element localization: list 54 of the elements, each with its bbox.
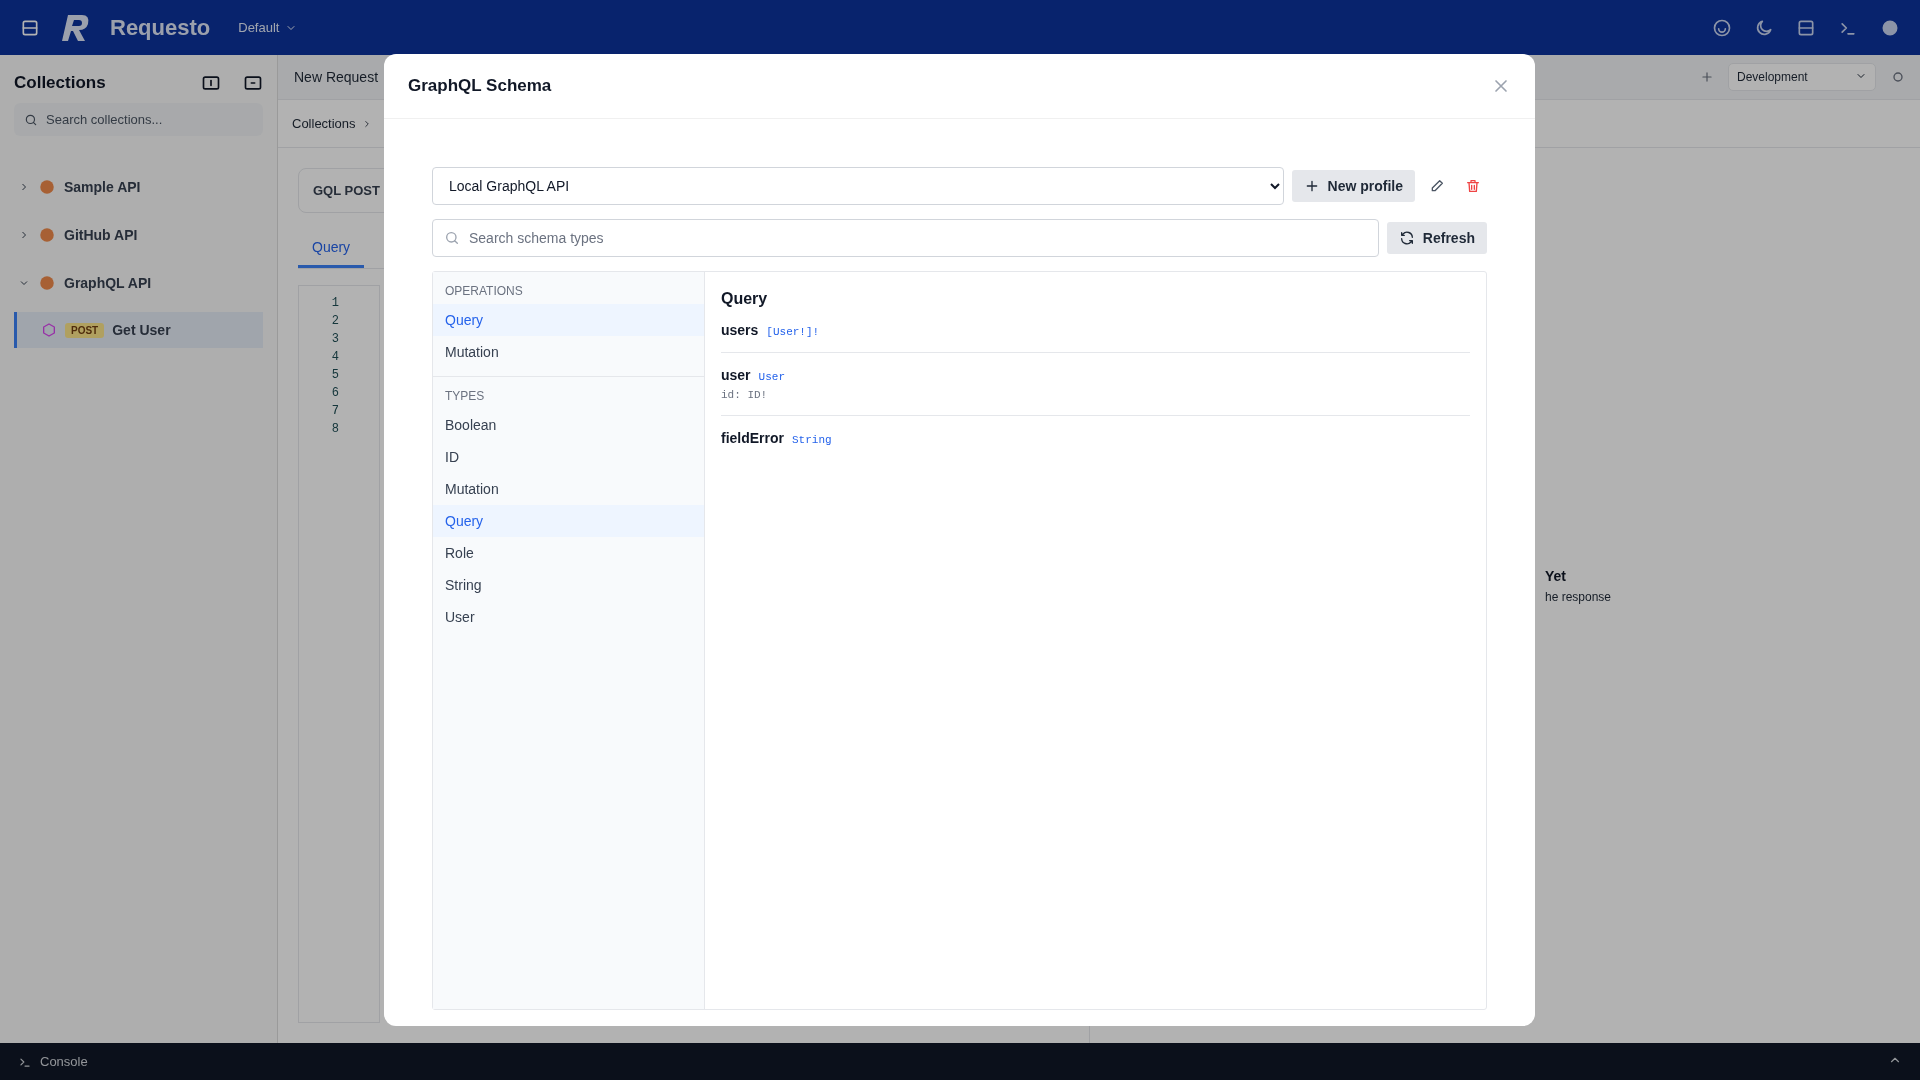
type-list-item[interactable]: Query (433, 505, 704, 537)
editor-tab[interactable]: Query (298, 229, 365, 268)
type-list-item[interactable]: Role (433, 537, 704, 569)
type-list-item[interactable]: ID (433, 441, 704, 473)
search-icon (24, 112, 38, 127)
type-list-item[interactable]: Mutation (433, 473, 704, 505)
environment-select[interactable]: Development (1728, 63, 1876, 91)
type-list-item[interactable]: String (433, 569, 704, 601)
line-number: 8 (330, 421, 339, 438)
profile-select[interactable]: Local GraphQL API (432, 167, 1284, 205)
dialog-title: GraphQL Schema (408, 76, 553, 96)
line-number: 4 (330, 349, 339, 366)
moon-icon (1754, 17, 1774, 38)
field-type-link[interactable]: [User!]! (766, 326, 820, 338)
search-field[interactable]: Search schema types (432, 219, 1379, 257)
section-heading: OPERATIONS (444, 283, 524, 300)
collection-item[interactable]: GraphQL API (14, 264, 263, 302)
empty-hint: he response (1545, 590, 1612, 604)
type-list-item[interactable]: Query (433, 304, 704, 336)
type-list-item[interactable]: User (433, 601, 704, 633)
type-list-item[interactable]: Boolean (433, 409, 704, 441)
type-list-item[interactable]: Mutation (433, 336, 704, 368)
line-number: 5 (330, 367, 339, 384)
field-name: users (721, 322, 759, 338)
code-editor[interactable]: 1 2 3 4 5 6 7 8 (298, 285, 380, 1023)
request-item[interactable]: POST Get User (14, 312, 263, 348)
field-name: fieldError (721, 430, 784, 446)
workspace-selector[interactable]: Default (238, 20, 298, 35)
sidebar-title: Collections (14, 73, 107, 93)
add-icon (1700, 70, 1714, 84)
new-profile-button[interactable]: New profile (1291, 170, 1415, 202)
line-number: 2 (330, 313, 339, 330)
collection-item[interactable]: Sample API (14, 168, 263, 206)
line-number: 6 (330, 385, 339, 402)
refresh-icon (1398, 230, 1415, 246)
line-number: 7 (330, 403, 339, 420)
app-name: Requesto (110, 14, 211, 41)
type-title: Query (721, 290, 769, 308)
field-type-link[interactable]: String (792, 434, 832, 446)
section-heading: TYPES (444, 388, 486, 405)
field-name: user (721, 367, 751, 383)
line-number: 1 (330, 295, 339, 312)
trash-icon (1465, 178, 1481, 194)
search-field[interactable]: Search collections... (14, 103, 263, 136)
line-number: 3 (330, 331, 339, 348)
field-argument: id: ID! (721, 389, 769, 401)
graphql-icon (41, 322, 57, 338)
empty-title: Yet (1545, 568, 1566, 584)
field-type-link[interactable]: User (758, 371, 785, 383)
refresh-button[interactable]: Refresh (1386, 222, 1487, 254)
collection-item[interactable]: GitHub API (14, 216, 263, 254)
pencil-icon (1429, 178, 1445, 194)
console-toggle[interactable]: Console (40, 1054, 88, 1069)
breadcrumb[interactable]: Collections (292, 116, 356, 131)
